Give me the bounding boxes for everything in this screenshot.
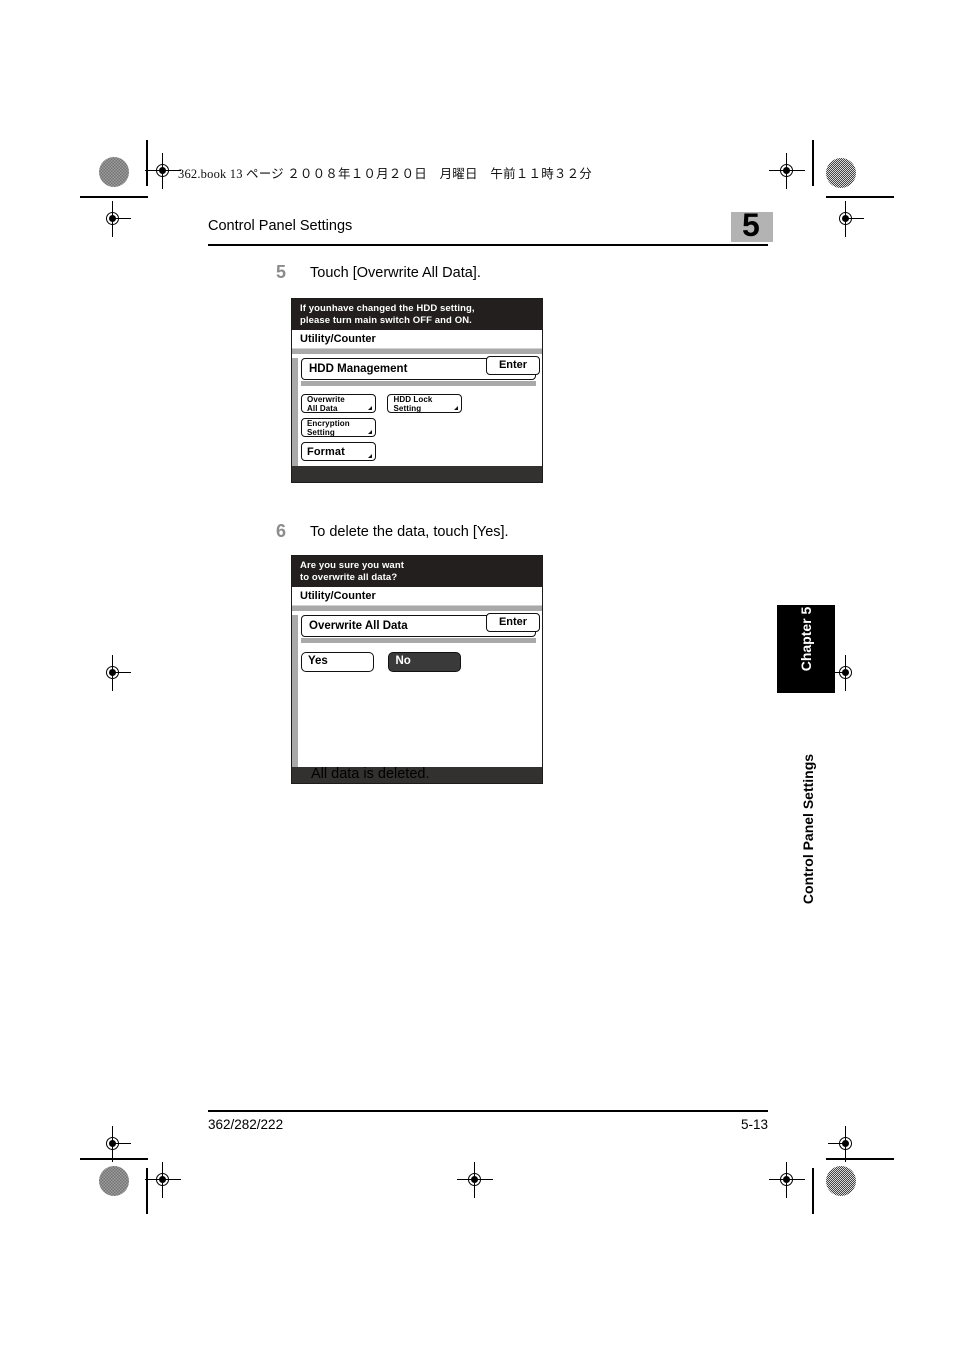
- header-rule: [208, 244, 768, 247]
- crop-line-top-left-v: [146, 140, 148, 186]
- enter-button[interactable]: Enter: [486, 356, 540, 375]
- lcd-body: Overwrite All Data Enter Yes No: [292, 613, 542, 767]
- lcd-gray-strip: [292, 606, 542, 611]
- button-label: Yes: [308, 655, 328, 667]
- crop-line-bottom-left-v: [146, 1168, 148, 1214]
- lcd-title-bar: Utility/Counter: [292, 330, 542, 349]
- lcd-title-bar: Utility/Counter: [292, 587, 542, 606]
- registration-mark-mid-left: [100, 655, 131, 691]
- button-overwrite-all-data[interactable]: Overwrite All Data: [301, 394, 376, 413]
- registration-mark-footer-right: [769, 1162, 805, 1198]
- chapter-marker-number: 5: [742, 207, 760, 243]
- section-label: HDD Management: [309, 363, 408, 375]
- density-patch-top-left: [99, 157, 129, 187]
- registration-mark-bottom-right: [828, 1126, 859, 1162]
- button-label: HDD Lock Setting: [393, 395, 433, 413]
- crop-line-bottom-left-h: [80, 1158, 148, 1160]
- registration-mark-header-right: [769, 153, 805, 189]
- chapter-side-tab-label: Chapter 5: [798, 606, 814, 672]
- density-patch-bottom-right: [826, 1166, 856, 1196]
- crop-line-top-right-v: [812, 140, 814, 186]
- registration-mark-footer-left: [145, 1162, 181, 1198]
- lcd-left-rail: [292, 615, 298, 767]
- registration-mark-bottom-left: [100, 1126, 131, 1162]
- page-title: Control Panel Settings: [208, 218, 353, 234]
- section-row-overwrite-all-data[interactable]: Overwrite All Data Enter: [301, 613, 540, 637]
- lcd-message-bar: If younhave changed the HDD setting, ple…: [292, 299, 542, 330]
- page-header: Control Panel Settings: [208, 218, 768, 247]
- button-no[interactable]: No: [388, 652, 462, 672]
- lcd-body: HDD Management Enter Overwrite All Data …: [292, 356, 542, 466]
- registration-mark-top-left: [100, 201, 131, 237]
- step-6-text: To delete the data, touch [Yes].: [310, 524, 509, 540]
- footer-model: 362/282/222: [208, 1117, 284, 1132]
- book-meta-line: 362.book 13 ページ ２００８年１０月２０日 月曜日 午前１１時３２分: [178, 167, 593, 181]
- lcd-panel-hdd-management: If younhave changed the HDD setting, ple…: [291, 298, 543, 483]
- density-patch-bottom-left: [99, 1166, 129, 1196]
- yes-no-button-row: Yes No: [301, 652, 542, 672]
- hdd-management-button-grid: Overwrite All Data HDD Lock Setting Encr…: [301, 394, 542, 466]
- crop-line-top-left-h: [80, 196, 148, 198]
- result-note: All data is deleted.: [311, 766, 430, 782]
- lcd-message-bar: Are you sure you want to overwrite all d…: [292, 556, 542, 587]
- corner-fold-icon: [368, 406, 372, 410]
- crop-line-bottom-right-h: [826, 1158, 894, 1160]
- corner-fold-icon: [368, 454, 372, 458]
- crop-line-bottom-right-v: [812, 1168, 814, 1214]
- button-label: Format: [307, 446, 345, 458]
- running-title-label: Control Panel Settings: [800, 753, 816, 905]
- crop-line-top-right-h: [826, 196, 894, 198]
- registration-mark-mid-right: [828, 655, 859, 691]
- section-underbar: [301, 381, 536, 386]
- button-yes[interactable]: Yes: [301, 652, 374, 672]
- density-patch-top-right: [826, 158, 856, 188]
- footer-page-number: 5-13: [740, 1117, 768, 1132]
- chapter-side-tab: Chapter 5: [777, 605, 835, 693]
- button-hdd-lock-setting[interactable]: HDD Lock Setting: [387, 394, 463, 413]
- registration-mark-footer-center: [457, 1162, 493, 1198]
- running-title-vertical: Control Panel Settings: [760, 718, 856, 948]
- button-label: No: [395, 655, 411, 667]
- corner-fold-icon: [368, 430, 372, 434]
- step-6-number: 6: [276, 521, 287, 541]
- section-label: Overwrite All Data: [309, 620, 408, 632]
- registration-mark-header-left: [145, 153, 181, 189]
- lcd-left-rail: [292, 358, 298, 466]
- enter-button[interactable]: Enter: [486, 613, 540, 632]
- button-label: Encryption Setting: [307, 419, 350, 437]
- button-label: Overwrite All Data: [307, 395, 345, 413]
- footer-rule: [208, 1110, 768, 1113]
- lcd-gray-strip: [292, 349, 542, 354]
- registration-mark-top-right: [833, 201, 864, 237]
- step-5-text: Touch [Overwrite All Data].: [310, 265, 481, 281]
- button-encryption-setting[interactable]: Encryption Setting: [301, 418, 376, 437]
- button-format[interactable]: Format: [301, 442, 376, 461]
- lcd-bottom-bar: [292, 466, 542, 482]
- corner-fold-icon: [454, 406, 459, 410]
- section-row-hdd-management[interactable]: HDD Management Enter: [301, 356, 540, 380]
- section-underbar: [301, 638, 536, 643]
- step-5-number: 5: [276, 262, 287, 282]
- lcd-panel-overwrite-confirm: Are you sure you want to overwrite all d…: [291, 555, 543, 784]
